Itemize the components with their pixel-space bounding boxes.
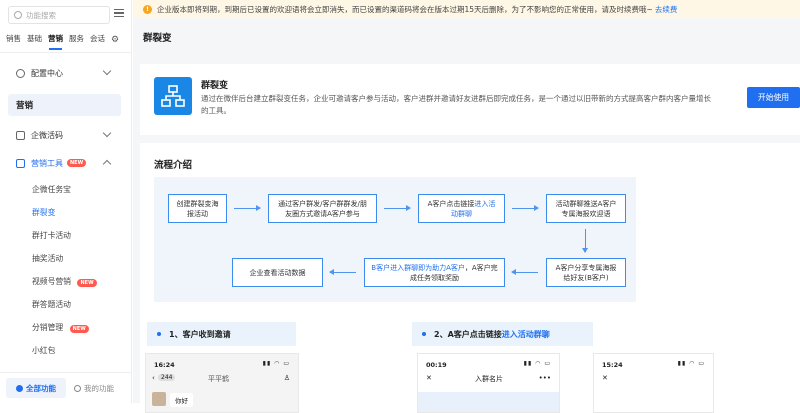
phone-preview-3: 15:24 ▮▮ ◠ ▭ ✕ (593, 353, 714, 413)
tab-marketing[interactable]: 营销 (48, 33, 63, 50)
flow-step-reward: B客户进入群聊即为助力A客户，A客户完成任务领取奖励 (364, 258, 505, 287)
sidebar-item-group-fission[interactable]: 群裂变 (32, 207, 55, 218)
nav-marketing-tools[interactable]: 营销工具 NEW (0, 152, 132, 174)
sidebar: 功能搜索 销售 基础 营销 服务 会话 ⚙ 配置中心 营销 企微活码 营销工具 … (0, 0, 132, 403)
status-icons: ▮▮ ◠ ▭ (677, 360, 705, 367)
config-icon (16, 68, 25, 78)
flow-title: 流程介绍 (154, 160, 193, 171)
flow-step-welcome: 活动群聊推送A客户专属海报欢迎语 (546, 194, 626, 223)
main-content: ! 企业版本即将到期，到期后已设置的欢迎语将会立即消失，而已设置的渠道码将会在版… (133, 0, 800, 413)
tab-chat[interactable]: 会话 (90, 33, 105, 48)
new-badge: NEW (67, 159, 87, 167)
arrow-down (582, 229, 588, 253)
sidebar-item-video-marketing[interactable]: 视频号营销 NEW (32, 276, 97, 287)
avatar (152, 392, 166, 406)
renew-link[interactable]: 去续费 (655, 4, 678, 15)
divider (0, 52, 132, 53)
tab-sales[interactable]: 销售 (6, 33, 21, 48)
nav-marketing[interactable]: 营销 (8, 94, 121, 116)
profile-icon: ♙ (283, 374, 290, 382)
arrow-left (329, 269, 356, 275)
intro-title: 群裂变 (201, 81, 229, 91)
user-icon (74, 384, 81, 392)
expiry-notice: ! 企业版本即将到期，到期后已设置的欢迎语将会立即消失，而已设置的渠道码将会在版… (133, 0, 800, 18)
group-fission-icon (154, 77, 192, 115)
join-group-link[interactable]: 进入活动群聊 (502, 329, 550, 340)
flow-step-invite: 通过客户群发/客户群群发/朋友圈方式邀请A客户参与 (268, 194, 377, 223)
flow-card: 流程介绍 创建群裂变海报活动 通过客户群发/客户群群发/朋友圈方式邀请A客户参与… (140, 143, 800, 413)
phone-preview-1: 16:24 ▮▮ ◠ ▭ ‹ 244 平平鹤 ♙ 你好 (145, 353, 299, 413)
my-functions-button[interactable]: 我的功能 (74, 383, 114, 394)
status-icons: ▮▮ ◠ ▭ (262, 360, 290, 367)
status-icons: ▮▮ ◠ ▭ (523, 360, 551, 367)
nav-wechat-code[interactable]: 企微活码 (0, 124, 132, 146)
flow-step-share: A客户分享专属海报给好友(B客户) (546, 258, 626, 287)
intro-card: 群裂变 通过在微伴后台建立群裂变任务，企业可邀请客户参与活动，客户进群并邀请好友… (140, 64, 800, 135)
chat-navbar: ‹ 244 平平鹤 ♙ (152, 374, 290, 383)
phone-preview-2: 00:19 ▮▮ ◠ ▭ ✕ 入群名片 ••• (417, 353, 560, 413)
menu-toggle-icon[interactable] (114, 9, 124, 19)
qrcode-icon (16, 130, 25, 140)
sidebar-item-task-treasure[interactable]: 企微任务宝 (32, 184, 71, 195)
bullet-icon (422, 332, 426, 336)
search-icon (14, 11, 22, 19)
sidebar-item-group-quiz[interactable]: 群答题活动 (32, 299, 71, 310)
back-icon: ‹ (152, 374, 155, 382)
arrow-right (512, 205, 539, 211)
new-badge: NEW (69, 325, 89, 333)
card-banner (418, 392, 559, 412)
sidebar-footer: 全部功能 我的功能 (0, 372, 132, 403)
grid-icon (16, 384, 23, 392)
flow-step-data: 企业查看活动数据 (232, 258, 323, 287)
page-navbar: ✕ (594, 374, 713, 386)
tab-basic[interactable]: 基础 (27, 33, 42, 48)
bullet-icon (157, 332, 161, 336)
sidebar-item-lottery[interactable]: 抽奖活动 (32, 253, 63, 264)
chat-bubble: 你好 (170, 393, 193, 407)
more-icon: ••• (538, 374, 551, 382)
step1-header: 1、客户收到邀请 (147, 322, 296, 346)
arrow-right (234, 205, 261, 211)
start-button[interactable]: 开始使用 (747, 87, 800, 108)
tab-service[interactable]: 服务 (69, 33, 84, 48)
sidebar-item-distribution[interactable]: 分销管理 NEW (32, 322, 89, 333)
intro-description: 通过在微伴后台建立群裂变任务，企业可邀请客户参与活动，客户进群并邀请好友进群后即… (201, 94, 711, 115)
chevron-down-icon (102, 66, 112, 76)
step2-header: 2、A客户点击链接 进入活动群聊 (412, 322, 593, 346)
flow-step-create: 创建群裂变海报活动 (168, 194, 227, 223)
all-functions-button[interactable]: 全部功能 (6, 378, 66, 398)
settings-gear-icon[interactable]: ⚙ (111, 35, 119, 45)
page-title: 群裂变 (143, 33, 172, 44)
nav-config-center[interactable]: 配置中心 (0, 62, 132, 84)
arrow-left (511, 269, 538, 275)
card-navbar: ✕ 入群名片 ••• (426, 374, 551, 383)
module-tabs: 销售 基础 营销 服务 会话 ⚙ (0, 31, 132, 50)
arrow-right (384, 205, 411, 211)
flow-diagram: 创建群裂变海报活动 通过客户群发/客户群群发/朋友圈方式邀请A客户参与 A客户点… (154, 177, 636, 302)
tools-icon (16, 158, 25, 168)
sidebar-item-group-checkin[interactable]: 群打卡活动 (32, 230, 71, 241)
warning-icon: ! (143, 4, 152, 14)
close-icon: ✕ (426, 374, 432, 382)
search-input[interactable]: 功能搜索 (8, 6, 110, 24)
flow-step-click-link: A客户点击链接进入活动群聊 (418, 194, 505, 223)
sidebar-item-red-packet[interactable]: 小红包 (32, 345, 55, 356)
close-icon: ✕ (602, 374, 608, 382)
chevron-down-icon (102, 128, 112, 138)
chevron-up-icon (102, 159, 112, 169)
new-badge: NEW (77, 279, 97, 287)
